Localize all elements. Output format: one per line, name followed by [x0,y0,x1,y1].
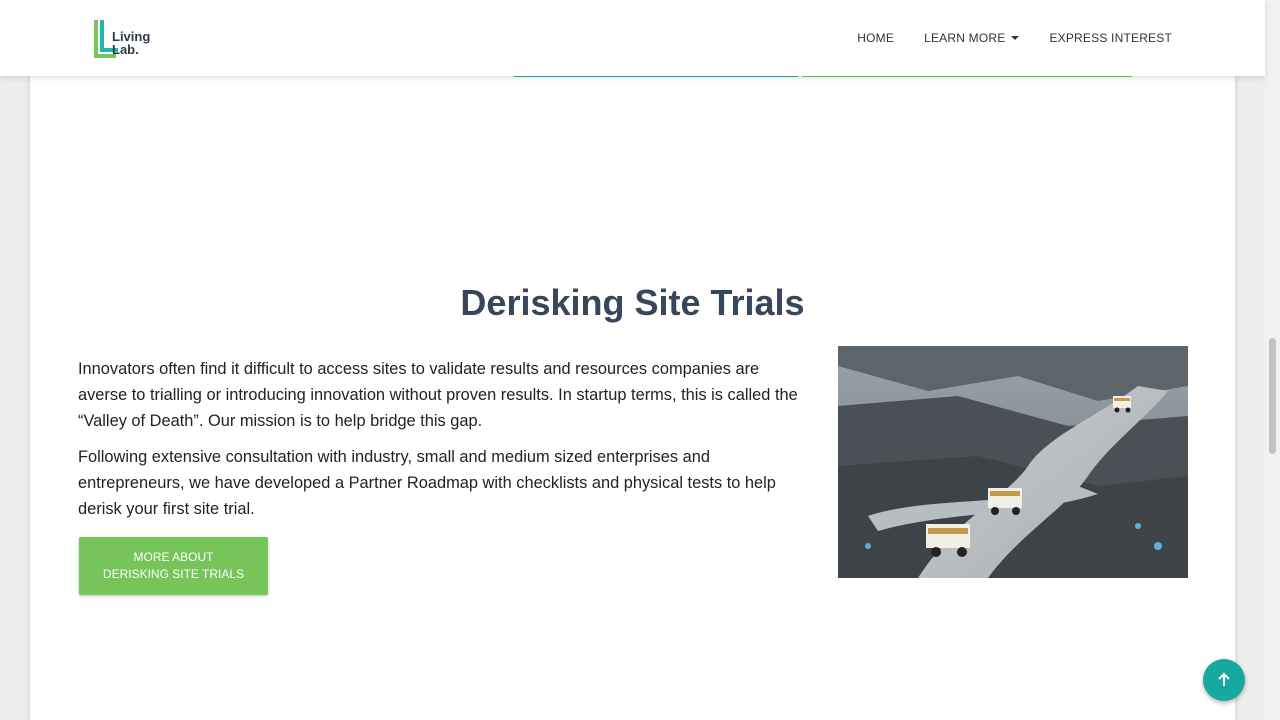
site-logo[interactable]: Living Lab. [94,18,164,60]
page-scrollbar[interactable] [1265,0,1280,720]
mining-trucks-photo [838,346,1188,578]
caret-down-icon [1011,36,1020,40]
arrow-up-icon [1218,672,1230,686]
section-paragraph-1: Innovators often find it difficult to ac… [78,360,798,430]
cta-line-1: MORE ABOUT [133,550,214,564]
logo-wordmark: Living Lab. [112,30,150,56]
section-title: Derisking Site Trials [460,282,805,323]
section-paragraph-2: Following extensive consultation with in… [78,448,776,518]
logo-line-2: Lab. [112,42,139,57]
section-body: Innovators often find it difficult to ac… [78,356,798,532]
scrollbar-thumb[interactable] [1269,338,1276,454]
more-about-derisking-button[interactable]: MORE ABOUT DERISKING SITE TRIALS [79,537,268,595]
nav-express-interest[interactable]: EXPRESS INTEREST [1049,31,1172,45]
main-nav: HOME LEARN MORE EXPRESS INTEREST [857,0,1172,76]
nav-learn-more-label: LEARN MORE [924,31,1006,45]
cta-line-2: DERISKING SITE TRIALS [102,567,245,581]
site-header: Living Lab. HOME LEARN MORE EXPRESS INTE… [0,0,1265,76]
nav-home[interactable]: HOME [857,31,894,45]
back-to-top-button[interactable] [1203,659,1245,701]
nav-learn-more[interactable]: LEARN MORE [924,31,1020,45]
